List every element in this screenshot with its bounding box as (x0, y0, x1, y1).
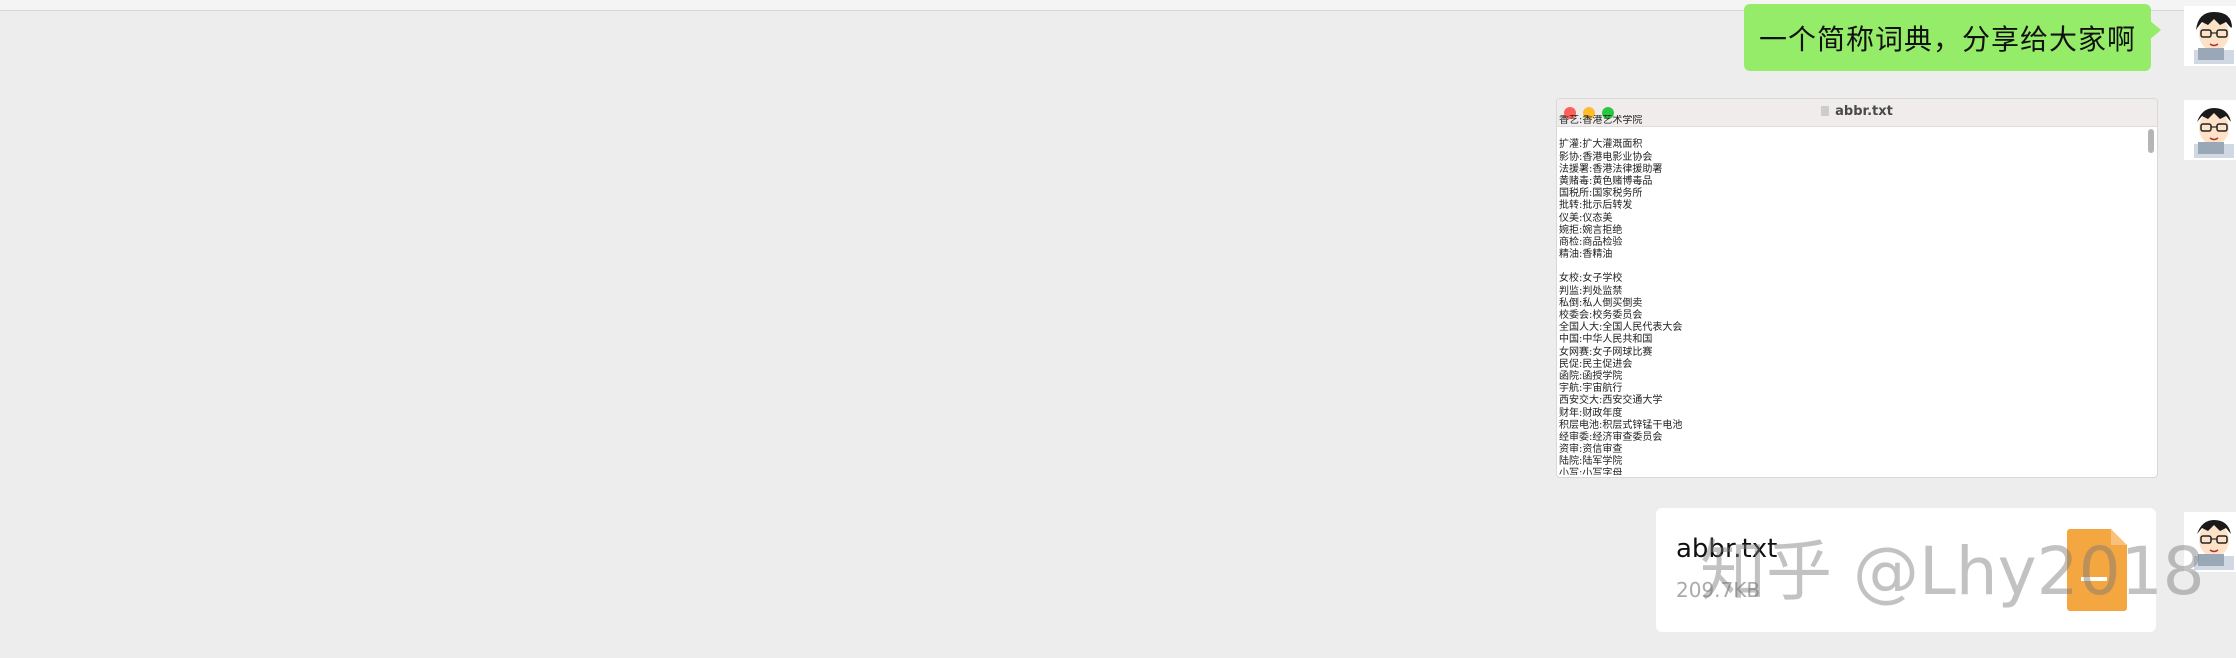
text-line: 函院:函授学院 (1559, 370, 1623, 382)
text-line: 陆院:陆军学院 (1559, 456, 1623, 468)
text-line: 经审委:经济审查委员会 (1559, 431, 1663, 443)
text-line: 资审:资信审查 (1559, 444, 1623, 456)
text-line: 女校:女子学校 (1559, 273, 1623, 285)
text-line (1559, 261, 2139, 273)
chat-message-bubble[interactable]: 一个简称词典，分享给大家啊 (1744, 4, 2151, 71)
text-line: 商检:商品检验 (1559, 236, 1623, 248)
text-line: 仪美:仪态美 (1559, 212, 1613, 224)
text-content: 香艺:香港艺术学院 扩灌:扩大灌溉面积 影协:香港电影业协会 法援署:香港法律援助署黄… (1559, 115, 2139, 475)
text-line: 校委会:校务委员会 (1559, 310, 1643, 321)
image-message[interactable]: abbr.txt 香艺:香港艺术学院 扩灌:扩大灌溉面积 影协:香港电影业协会 法援署… (1556, 98, 2158, 478)
text-line: 女网赛:女子网球比赛 (1559, 346, 1653, 358)
text-line: 批转:批示后转发 (1559, 200, 1633, 212)
text-line: 香艺:香港艺术学院 (1559, 115, 1643, 126)
text-line: 影协:香港电影业协会 (1559, 151, 1653, 163)
avatar[interactable] (2184, 6, 2236, 66)
text-line: 私倒:私人倒买倒卖 (1559, 297, 1643, 309)
text-line: 宇航:宇宙航行 (1559, 383, 1623, 395)
text-line: 法援署:香港法律援助署 (1559, 163, 1663, 175)
chat-message-text: 一个简称词典，分享给大家啊 (1758, 22, 2136, 56)
text-line: 扩灌:扩大灌溉面积 (1559, 139, 1643, 151)
text-line (1559, 127, 2139, 139)
text-line: 财年:财政年度 (1559, 407, 1623, 419)
avatar[interactable] (2184, 100, 2236, 160)
text-line: 黄赌毒:黄色赌博毒品 (1559, 175, 1653, 187)
bubble-tail (2149, 20, 2161, 40)
text-line: 中国:中华人民共和国 (1559, 334, 1653, 346)
text-line: 精油:香精油 (1559, 249, 1613, 261)
text-line: 全国人大:全国人民代表大会 (1559, 322, 1683, 334)
text-line: 小写:小写字母 (1559, 468, 1623, 475)
text-line: 民促:民主促进会 (1559, 358, 1633, 370)
scrollbar-thumb (2148, 129, 2154, 153)
text-line: 积层电池:积层式锌锰干电池 (1559, 419, 1683, 431)
text-line: 国税所:国家税务所 (1559, 188, 1643, 200)
text-line: 西安交大:西安交通大学 (1559, 395, 1663, 407)
watermark: 知乎 @Lhy2018 (1700, 533, 2205, 610)
text-line: 判监:判处监禁 (1559, 285, 1623, 297)
text-line: 婉拒:婉言拒绝 (1559, 224, 1623, 236)
